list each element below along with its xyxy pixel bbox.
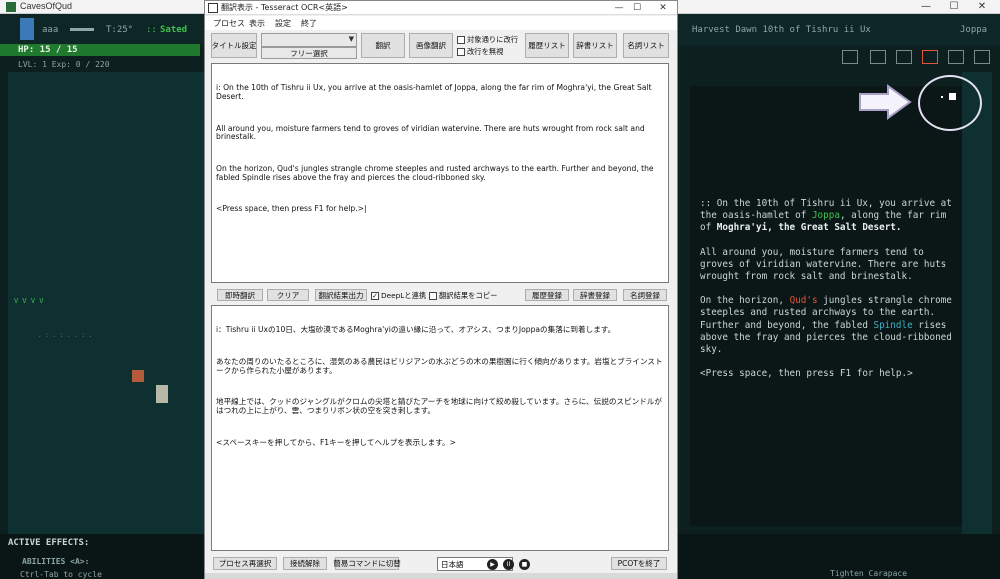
minimize-icon[interactable]: — — [912, 0, 940, 14]
message-p2: All around you, moisture farmers tend to… — [700, 246, 947, 283]
small-marker — [941, 96, 943, 98]
instant-translate-button[interactable]: 即時翻訳 — [217, 289, 263, 301]
dictionary-register-button[interactable]: 辞書登録 — [573, 289, 617, 301]
copy-result-checkbox[interactable]: 翻訳結果をコピー — [429, 291, 497, 301]
menu-process[interactable]: プロセス — [213, 18, 245, 29]
hp-bar: HP: 15 / 15 — [0, 44, 200, 56]
game-date: Harvest Dawn 10th of Tishru ii Ux — [692, 25, 871, 35]
menu-exit[interactable]: 終了 — [301, 18, 317, 29]
translate-button[interactable]: 翻訳 — [361, 33, 405, 58]
process-combo[interactable]: ▼ — [261, 33, 357, 47]
game-map[interactable]: V V V V . : . : . . : . — [8, 72, 204, 534]
source-textarea[interactable]: i: On the 10th of Tishru ii Ux, you arri… — [211, 63, 669, 283]
stop-icon[interactable]: ■ — [519, 559, 530, 570]
noun-register-button[interactable]: 名詞登録 — [623, 289, 667, 301]
ignore-break-checkbox[interactable]: 改行を無視 — [457, 47, 503, 57]
zone-name: Joppa — [960, 25, 988, 35]
image-translate-button[interactable]: 画像翻訳 — [409, 33, 453, 58]
menu-view[interactable]: 表示 — [249, 18, 265, 29]
hunger-status: Sated — [160, 25, 188, 35]
ocr-window-title: 翻訳表示 - Tesseract OCR<英語> — [221, 3, 348, 12]
ocr-window: 翻訳表示 - Tesseract OCR<英語> — ☐ ✕ プロセス 表示 設… — [204, 0, 678, 579]
taskbar-strip — [205, 573, 677, 579]
noun-list-button[interactable]: 名詞リスト — [623, 33, 669, 58]
player-name: aaa — [42, 25, 59, 35]
clear-button[interactable]: クリア — [267, 289, 309, 301]
grass-tiles: V V V V — [14, 297, 44, 305]
menu-settings[interactable]: 設定 — [275, 18, 291, 29]
quests-icon[interactable] — [922, 50, 938, 64]
equipment-icon[interactable] — [842, 50, 858, 64]
active-effects-label: ACTIVE EFFECTS: — [8, 538, 90, 548]
exit-pcot-button[interactable]: PCOTを終了 — [611, 557, 667, 570]
temperature: T:25° — [106, 25, 134, 35]
highlight-circle — [918, 75, 982, 131]
app-icon — [208, 3, 218, 13]
reselect-process-button[interactable]: プロセス再選択 — [213, 557, 277, 570]
separator-icon: :: — [146, 25, 157, 35]
disconnect-button[interactable]: 接続解除 — [283, 557, 327, 570]
salt-tiles: . : . : . . : . — [38, 332, 93, 339]
history-list-button[interactable]: 履歴リスト — [525, 33, 569, 58]
character-icon[interactable] — [896, 50, 912, 64]
ctrl-tab-hint: Ctrl-Tab to cycle — [20, 570, 102, 579]
level-text: LVL: 1 Exp: 0 / 220 — [18, 60, 110, 69]
journal-icon[interactable] — [948, 50, 964, 64]
hp-text: HP: 15 / 15 — [18, 45, 78, 55]
tighten-carapace-ability[interactable]: Tighten Carapace — [830, 569, 907, 578]
language-select[interactable]: 日本語▼ — [437, 557, 513, 571]
game-map-right[interactable] — [962, 72, 992, 534]
message-p4: <Press space, then press F1 for help.> — [700, 368, 913, 380]
game-window-title: CavesOfQud — [20, 1, 73, 11]
pause-icon[interactable]: II — [503, 559, 514, 570]
close-icon[interactable]: ✕ — [649, 1, 677, 15]
chevron-down-icon: ▼ — [348, 35, 354, 43]
message-log: :: On the 10th of Tishru ii Ux, you arri… — [700, 198, 956, 392]
play-icon[interactable]: ▶ — [487, 559, 498, 570]
deepl-checkbox[interactable]: ✓ DeepLと連携 — [371, 291, 426, 301]
inventory-icon[interactable] — [870, 50, 886, 64]
pointer-arrow-icon — [859, 84, 912, 120]
close-icon[interactable]: ✕ — [968, 0, 996, 14]
joppa-link: Joppa — [811, 210, 840, 222]
simple-command-button[interactable]: 簡易コマンドに切替 — [333, 557, 401, 570]
game-toolbar — [838, 46, 998, 70]
map-icon[interactable] — [974, 50, 990, 64]
ocr-titlebar: 翻訳表示 - Tesseract OCR<英語> — ☐ ✕ — [205, 1, 677, 15]
player-avatar — [20, 18, 34, 40]
maximize-icon[interactable]: ☐ — [940, 0, 968, 14]
door-sprite[interactable] — [156, 385, 168, 403]
abilities-label[interactable]: ABILITIES <A>: — [22, 557, 89, 566]
result-textarea[interactable]: i：Tishru ii Uxの10日、大塩砂漠であるMoghra'yiの遠い縁に… — [211, 305, 669, 551]
player-marker — [949, 93, 956, 100]
dictionary-list-button[interactable]: 辞書リスト — [573, 33, 617, 58]
title-settings-button[interactable]: タイトル設定 — [211, 33, 257, 58]
history-register-button[interactable]: 履歴登録 — [525, 289, 569, 301]
output-button[interactable]: 翻訳結果出力 — [315, 289, 367, 301]
line-break-checkbox[interactable]: 対象通りに改行 — [457, 35, 518, 45]
free-select-button[interactable]: フリー選択 — [261, 47, 357, 59]
maximize-icon[interactable]: ☐ — [623, 1, 651, 15]
creature-sprite[interactable] — [132, 370, 144, 382]
caves-of-qud-app-icon — [6, 2, 16, 12]
xp-slider — [70, 28, 94, 31]
menu-bar: プロセス 表示 設定 終了 — [205, 16, 677, 30]
